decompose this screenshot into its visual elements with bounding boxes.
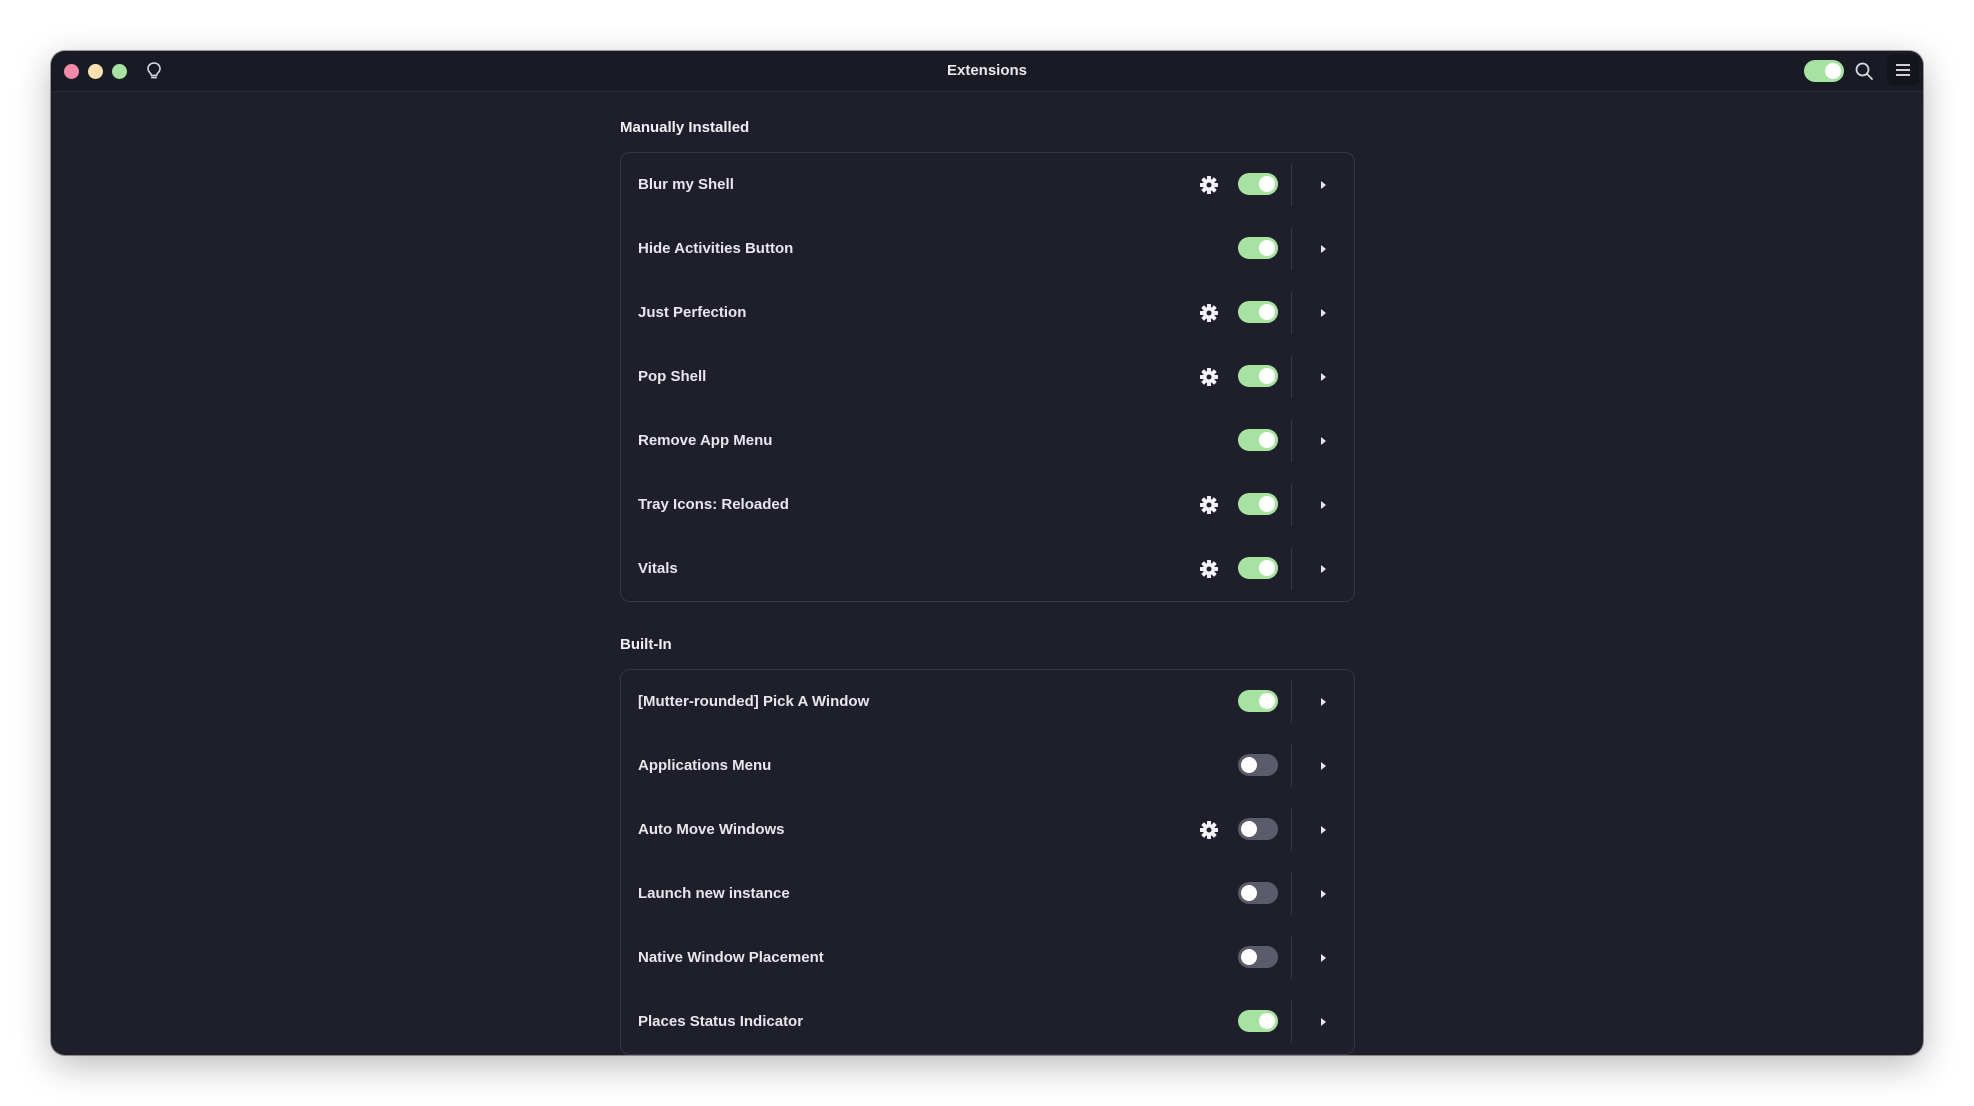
extension-name: Auto Move Windows [638,821,785,838]
settings-gear-icon[interactable] [1199,559,1219,579]
extension-row[interactable]: Native Window Placement [621,926,1354,990]
extension-row[interactable]: Applications Menu [621,734,1354,798]
extension-toggle[interactable] [1238,301,1278,323]
extension-name: Launch new instance [638,885,790,902]
extension-toggle[interactable] [1238,237,1278,259]
row-divider [1291,292,1292,334]
row-divider [1291,356,1292,398]
chevron-right-icon[interactable] [1315,369,1331,385]
extension-row[interactable]: Pop Shell [621,345,1354,409]
settings-gear-icon[interactable] [1199,367,1219,387]
extensions-list: Manually Installed Blur my Shell Hide Acti… [51,92,1923,1055]
extension-toggle[interactable] [1238,690,1278,712]
row-divider [1291,809,1292,851]
extension-row[interactable]: Auto Move Windows [621,798,1354,862]
extension-row[interactable]: Blur my Shell [621,153,1354,217]
chevron-right-icon[interactable] [1315,561,1331,577]
hamburger-menu-icon [1896,64,1910,76]
extension-toggle[interactable] [1238,882,1278,904]
extension-name: Applications Menu [638,757,772,774]
chevron-right-icon[interactable] [1315,305,1331,321]
extension-row[interactable]: Tray Icons: Reloaded [621,473,1354,537]
titlebar: Extensions [51,51,1923,92]
extension-toggle[interactable] [1238,1010,1278,1032]
extensions-window: Extensions Manually Installed Blur my She… [51,51,1923,1055]
chevron-right-icon[interactable] [1315,241,1331,257]
row-divider [1291,164,1292,206]
row-divider [1291,484,1292,526]
extension-row[interactable]: Remove App Menu [621,409,1354,473]
extension-row[interactable]: Vitals [621,537,1354,601]
extension-toggle[interactable] [1238,557,1278,579]
settings-gear-icon[interactable] [1199,175,1219,195]
extension-name: Pop Shell [638,368,707,385]
extension-name: Hide Activities Button [638,240,794,257]
section-title: Manually Installed [620,119,750,136]
extension-name: Native Window Placement [638,949,824,966]
chevron-right-icon[interactable] [1315,758,1331,774]
chevron-right-icon[interactable] [1315,177,1331,193]
section-title: Built-In [620,636,672,653]
settings-gear-icon[interactable] [1199,820,1219,840]
row-divider [1291,1001,1292,1043]
extension-toggle[interactable] [1238,429,1278,451]
chevron-right-icon[interactable] [1315,950,1331,966]
extension-row[interactable]: Hide Activities Button [621,217,1354,281]
extension-name: Vitals [638,560,678,577]
chevron-right-icon[interactable] [1315,497,1331,513]
row-divider [1291,420,1292,462]
extension-name: Remove App Menu [638,432,773,449]
main-menu-button[interactable] [1887,54,1919,86]
row-divider [1291,228,1292,270]
row-divider [1291,873,1292,915]
extension-name: Just Perfection [638,304,747,321]
extension-toggle[interactable] [1238,493,1278,515]
extension-row[interactable]: Launch new instance [621,862,1354,926]
extension-name: Places Status Indicator [638,1013,804,1030]
global-extensions-toggle[interactable] [1804,60,1844,82]
chevron-right-icon[interactable] [1315,1014,1331,1030]
extension-row[interactable]: Places Status Indicator [621,990,1354,1054]
chevron-right-icon[interactable] [1315,822,1331,838]
extension-row[interactable]: Just Perfection [621,281,1354,345]
extension-name: Blur my Shell [638,176,734,193]
search-icon[interactable] [1854,61,1874,81]
row-divider [1291,548,1292,590]
extension-toggle[interactable] [1238,754,1278,776]
extension-name: [Mutter-rounded] Pick A Window [638,693,870,710]
extension-name: Tray Icons: Reloaded [638,496,789,513]
manually-installed-group: Blur my Shell Hide Activities Button Just … [620,152,1355,602]
chevron-right-icon[interactable] [1315,433,1331,449]
settings-gear-icon[interactable] [1199,303,1219,323]
settings-gear-icon[interactable] [1199,495,1219,515]
chevron-right-icon[interactable] [1315,886,1331,902]
extension-toggle[interactable] [1238,173,1278,195]
window-title: Extensions [946,62,1028,79]
extension-row[interactable]: [Mutter-rounded] Pick A Window [621,670,1354,734]
row-divider [1291,681,1292,723]
row-divider [1291,745,1292,787]
extension-toggle[interactable] [1238,946,1278,968]
extension-toggle[interactable] [1238,365,1278,387]
row-divider [1291,937,1292,979]
built-in-group: [Mutter-rounded] Pick A Window Applicatio… [620,669,1355,1055]
chevron-right-icon[interactable] [1315,694,1331,710]
extension-toggle[interactable] [1238,818,1278,840]
